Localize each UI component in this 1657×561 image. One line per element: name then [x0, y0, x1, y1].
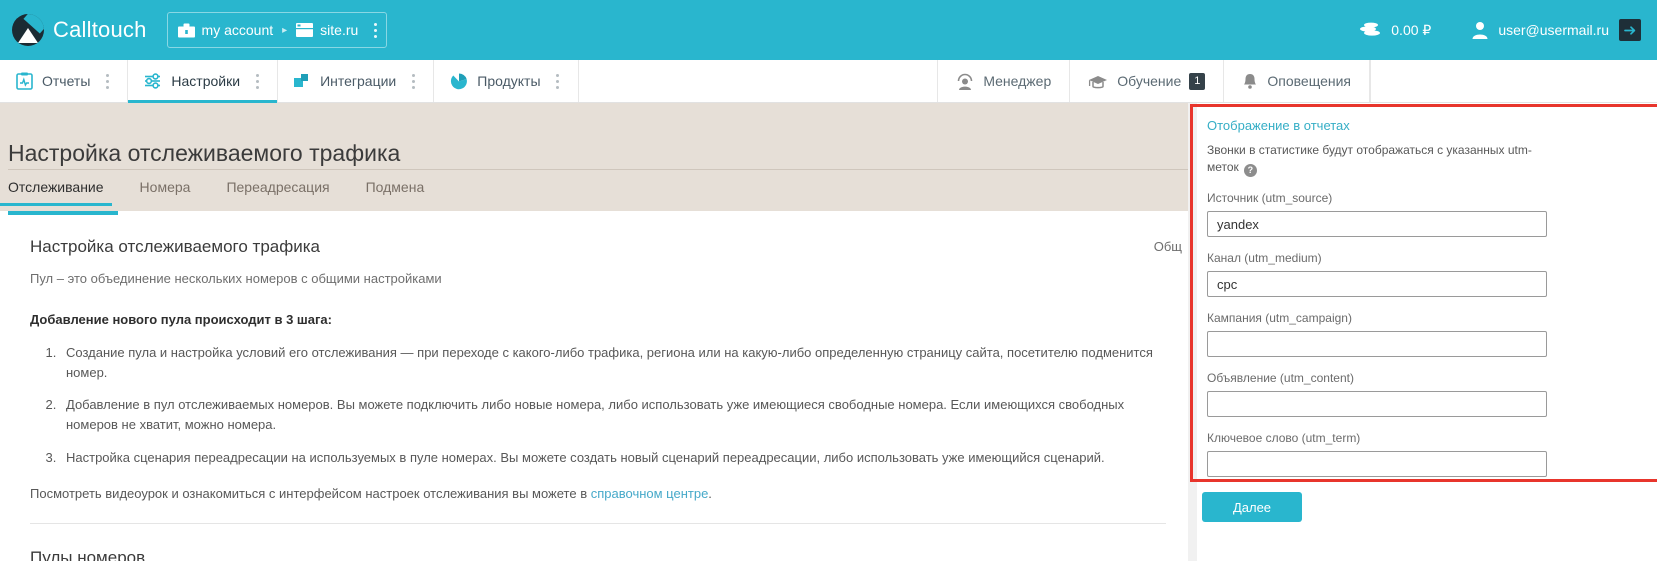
nav-item-settings[interactable]: Настройки — [128, 60, 279, 103]
nav-item-settings-label: Настройки — [171, 73, 241, 89]
account-label: my account — [201, 22, 274, 38]
nav-item-reports[interactable]: Отчеты — [0, 60, 129, 102]
nav-item-integrations-label: Интеграции — [320, 73, 397, 89]
utm-term-input[interactable] — [1207, 451, 1547, 478]
video-lesson-tail: . — [708, 485, 712, 501]
tab-tracking[interactable]: Отслеживание — [0, 179, 112, 206]
integrations-squares-icon — [294, 73, 311, 90]
utm-source-label: Источник (utm_source) — [1207, 191, 1333, 206]
pools-heading: Пулы номеров — [30, 547, 146, 561]
logout-arrow-icon[interactable] — [1619, 19, 1641, 41]
products-pie-icon — [450, 73, 468, 90]
nav-item-education-label: Обучение — [1117, 73, 1182, 89]
list-item: Создание пула и настройка условий его от… — [60, 343, 1166, 383]
nav-right-group: Менеджер Обучение 1 Оповещения — [938, 60, 1657, 102]
nav-spacer — [579, 60, 939, 102]
user-menu[interactable]: user@usermail.ru — [1471, 19, 1641, 41]
card-body: Настройка отслеживаемого трафика Пул – э… — [8, 211, 1188, 561]
nav-item-reports-label: Отчеты — [42, 73, 91, 89]
card-subtitle: Пул – это объединение нескольких номеров… — [30, 271, 442, 286]
utm-content-label: Объявление (utm_content) — [1207, 371, 1354, 386]
list-item: Настройка сценария переадресации на испо… — [60, 448, 1166, 468]
steps-list: Создание пула и настройка условий его от… — [30, 343, 1166, 468]
tracking-settings-card: Общ Настройка отслеживаемого трафика Пул… — [8, 211, 1188, 561]
account-segment[interactable]: my account — [177, 22, 274, 38]
utm-campaign-input[interactable] — [1207, 331, 1547, 358]
utm-panel-description: Звонки в статистике будут отображаться с… — [1207, 142, 1552, 178]
nav-item-notifications-label: Оповещения — [1267, 73, 1351, 89]
breadcrumb-separator-icon: ▸ — [282, 24, 288, 36]
nav-item-integrations[interactable]: Интеграции — [278, 60, 435, 102]
nav-item-notifications[interactable]: Оповещения — [1224, 60, 1370, 102]
utm-content-input[interactable] — [1207, 391, 1547, 418]
kebab-menu-icon[interactable] — [368, 22, 382, 38]
utm-term-label: Ключевое слово (utm_term) — [1207, 431, 1361, 446]
briefcase-icon — [177, 23, 195, 38]
brand-logo[interactable]: Calltouch — [12, 14, 147, 46]
bell-icon — [1242, 73, 1258, 90]
nav-products-kebab-icon[interactable] — [551, 73, 565, 89]
page-tabs: Отслеживание Номера Переадресация Подмен… — [0, 179, 460, 206]
utm-panel-body: Отображение в отчетах Звонки в статистик… — [1197, 103, 1657, 478]
utm-campaign-field: Кампания (utm_campaign) — [1207, 311, 1635, 358]
graduation-cap-icon — [1088, 74, 1108, 89]
settings-sliders-icon — [144, 73, 162, 89]
utm-panel-title: Отображение в отчетах — [1207, 118, 1350, 133]
user-email: user@usermail.ru — [1498, 22, 1609, 38]
brand-name: Calltouch — [53, 17, 147, 42]
main-navigation: Отчеты Настройки Интеграции Продукты Мен… — [0, 60, 1657, 103]
nav-integrations-kebab-icon[interactable] — [406, 73, 420, 89]
card-accent-bar — [8, 211, 118, 215]
user-avatar-icon — [1471, 21, 1489, 39]
utm-source-field: Источник (utm_source) — [1207, 191, 1635, 238]
balance-indicator[interactable]: 0.00 ₽ — [1360, 22, 1431, 39]
nav-tail — [1370, 60, 1657, 102]
education-badge: 1 — [1189, 72, 1206, 90]
coins-icon — [1360, 22, 1382, 38]
balance-value: 0.00 ₽ — [1391, 21, 1432, 38]
nav-item-education[interactable]: Обучение 1 — [1070, 60, 1225, 102]
tab-redirect[interactable]: Переадресация — [226, 179, 329, 206]
nav-item-manager[interactable]: Менеджер — [938, 60, 1071, 102]
app-header: Calltouch my account ▸ site.ru 0.00 ₽ us… — [0, 0, 1657, 60]
nav-item-products-label: Продукты — [477, 73, 541, 89]
utm-medium-field: Канал (utm_medium) — [1207, 251, 1635, 298]
utm-medium-label: Канал (utm_medium) — [1207, 251, 1322, 266]
help-question-icon[interactable]: ? — [1243, 164, 1257, 178]
calltouch-logo-icon — [12, 14, 44, 46]
account-switcher[interactable]: my account ▸ site.ru — [166, 12, 388, 48]
video-lesson-text: Посмотреть видеоурок и ознакомиться с ин… — [30, 485, 591, 501]
nav-item-manager-label: Менеджер — [983, 73, 1052, 89]
next-button[interactable]: Далее — [1202, 492, 1302, 522]
browser-window-icon — [296, 23, 314, 37]
app-root: Calltouch my account ▸ site.ru 0.00 ₽ us… — [0, 0, 1657, 561]
card-corner-label: Общ — [1153, 239, 1182, 254]
header-right-group: 0.00 ₽ user@usermail.ru — [1360, 19, 1641, 41]
site-segment[interactable]: site.ru — [296, 22, 358, 38]
utm-content-field: Объявление (utm_content) — [1207, 371, 1635, 418]
reports-clipboard-icon — [16, 72, 33, 90]
utm-medium-input[interactable] — [1207, 271, 1547, 298]
panel-gutter — [1188, 103, 1197, 561]
card-heading: Настройка отслеживаемого трафика — [30, 237, 320, 256]
help-center-link[interactable]: справочном центре — [591, 486, 709, 501]
tab-numbers[interactable]: Номера — [140, 179, 191, 206]
utm-campaign-label: Кампания (utm_campaign) — [1207, 311, 1352, 326]
card-divider — [30, 522, 1166, 524]
list-item: Добавление в пул отслеживаемых номеров. … — [60, 395, 1166, 435]
nav-reports-kebab-icon[interactable] — [100, 73, 114, 89]
page-title: Настройка отслеживаемого трафика — [8, 140, 401, 167]
video-lesson-line: Посмотреть видеоурок и ознакомиться с ин… — [30, 486, 1166, 501]
manager-headset-icon — [956, 73, 974, 90]
site-label: site.ru — [320, 22, 359, 38]
utm-source-input[interactable] — [1207, 211, 1547, 238]
utm-term-field: Ключевое слово (utm_term) — [1207, 431, 1635, 478]
nav-settings-kebab-icon[interactable] — [250, 73, 264, 89]
tab-substitution[interactable]: Подмена — [366, 179, 425, 206]
nav-item-products[interactable]: Продукты — [434, 60, 579, 102]
steps-title: Добавление нового пула происходит в 3 ша… — [30, 312, 332, 327]
